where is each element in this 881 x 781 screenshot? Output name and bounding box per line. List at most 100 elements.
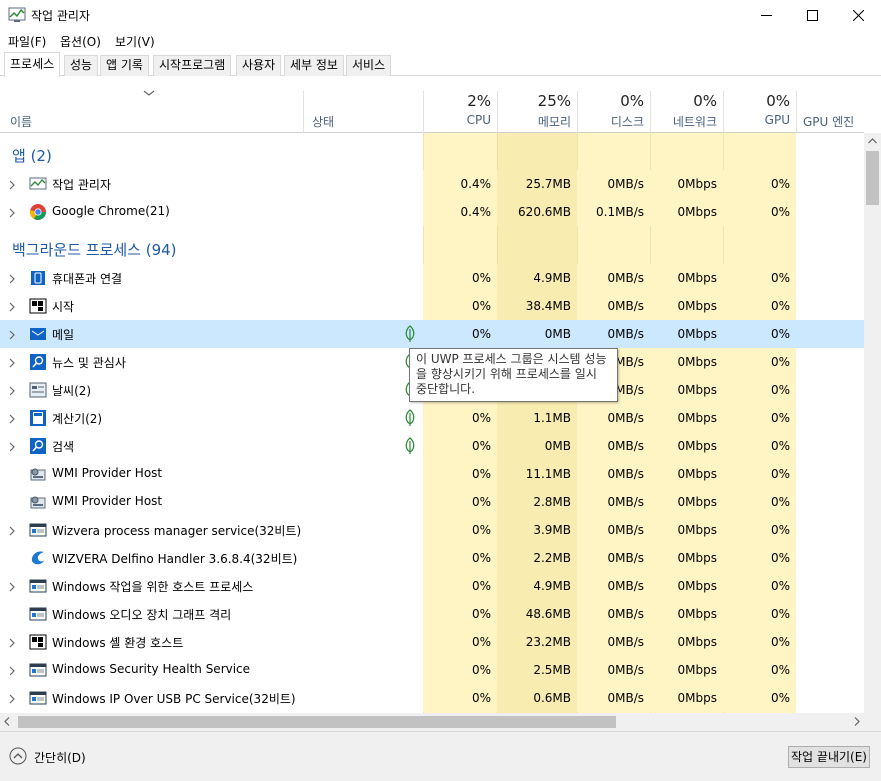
cell-cpu: 0% xyxy=(423,600,497,628)
cell-cpu: 0% xyxy=(423,572,497,600)
scroll-right-icon[interactable] xyxy=(854,717,860,726)
expand-chevron-icon[interactable] xyxy=(9,357,15,371)
process-row[interactable]: Wizvera process manager service(32비트) 0% 3… xyxy=(0,516,864,544)
process-row[interactable]: 작업 관리자 0.4% 25.7MB 0MB/s 0Mbps 0% xyxy=(0,170,864,198)
tab-app-history[interactable]: 앱 기록 xyxy=(100,55,149,76)
process-row[interactable]: WIZVERA Delfino Handler 3.6.8.4(32비트) 0% 2… xyxy=(0,544,864,572)
process-row[interactable]: Windows Security Health Service 0% 2.5MB 0M… xyxy=(0,656,864,684)
cell-net: 0Mbps xyxy=(650,684,723,712)
expand-chevron-icon[interactable] xyxy=(9,207,15,221)
process-row[interactable]: Windows 작업을 위한 호스트 프로세스 0% 4.9MB 0MB/s 0Mbps… xyxy=(0,572,864,600)
process-row[interactable]: WMI Provider Host 0% 2.8MB 0MB/s 0Mbps 0% xyxy=(0,488,864,516)
chrome-icon xyxy=(29,203,47,221)
header-name[interactable]: 이름 xyxy=(10,113,32,130)
group-background[interactable]: 백그라운드 프로세스 (94) xyxy=(0,227,864,265)
wmi-host-icon xyxy=(29,493,47,511)
group-apps[interactable]: 앱 (2) xyxy=(0,133,864,171)
vertical-scrollbar[interactable] xyxy=(864,133,881,713)
process-row[interactable]: Windows 오디오 장치 그래프 격리 0% 48.6MB 0MB/s 0Mbps 0… xyxy=(0,600,864,628)
header-disk[interactable]: 0% 디스크 xyxy=(577,91,650,133)
cell-net: 0Mbps xyxy=(650,488,723,516)
process-row[interactable]: 계산기(2) 0% 1.1MB 0MB/s 0Mbps 0% xyxy=(0,404,864,432)
cell-mem: 2.8MB xyxy=(497,488,577,516)
expand-chevron-icon[interactable] xyxy=(9,273,15,287)
tab-bar: 프로세스 성능 앱 기록 시작프로그램 사용자 세부 정보 서비스 xyxy=(0,52,881,77)
service-window-icon xyxy=(29,605,47,623)
process-row[interactable]: 휴대폰과 연결 0% 4.9MB 0MB/s 0Mbps 0% xyxy=(0,264,864,292)
cell-disk: 0MB/s xyxy=(577,600,650,628)
process-row[interactable]: Windows IP Over USB PC Service(32비트) 0% 0.… xyxy=(0,684,864,712)
expand-chevron-icon[interactable] xyxy=(9,637,15,651)
process-row[interactable]: 검색 0% 0MB 0MB/s 0Mbps 0% xyxy=(0,432,864,460)
scroll-left-icon[interactable] xyxy=(4,717,10,726)
menu-view[interactable]: 보기(V) xyxy=(115,33,155,50)
process-name: 뉴스 및 관심사 xyxy=(52,356,126,370)
tab-users[interactable]: 사용자 xyxy=(236,55,282,76)
efficiency-leaf-icon xyxy=(404,409,416,430)
process-row[interactable]: 시작 0% 38.4MB 0MB/s 0Mbps 0% xyxy=(0,292,864,320)
menu-file[interactable]: 파일(F) xyxy=(8,33,46,50)
expand-chevron-icon[interactable] xyxy=(9,385,15,399)
tab-services[interactable]: 서비스 xyxy=(346,55,392,76)
tab-startup[interactable]: 시작프로그램 xyxy=(153,55,232,76)
cell-disk: 0MB/s xyxy=(577,656,650,684)
minimize-button[interactable] xyxy=(743,0,789,30)
scroll-corner xyxy=(864,713,881,731)
tab-processes[interactable]: 프로세스 xyxy=(4,52,61,77)
process-name: Windows 오디오 장치 그래프 격리 xyxy=(52,608,232,622)
expand-chevron-icon[interactable] xyxy=(9,301,15,315)
cell-mem: 4.9MB xyxy=(497,264,577,292)
header-disk-pct: 0% xyxy=(620,92,644,110)
header-disk-label: 디스크 xyxy=(610,115,644,129)
horizontal-scrollbar[interactable] xyxy=(0,713,864,731)
fewer-details-link[interactable]: 간단히(D) xyxy=(34,749,86,766)
title-bar: 작업 관리자 xyxy=(0,0,881,30)
tab-details[interactable]: 세부 정보 xyxy=(284,55,344,76)
cell-disk: 0.1MB/s xyxy=(577,198,650,226)
scroll-up-icon[interactable] xyxy=(868,138,877,144)
start-icon xyxy=(29,297,47,315)
minimize-icon xyxy=(760,14,772,16)
process-row[interactable]: Windows 셸 환경 호스트 0% 23.2MB 0MB/s 0Mbps 0% xyxy=(0,628,864,656)
header-gpu-engine[interactable]: GPU 엔진 xyxy=(796,91,864,133)
header-status-cell[interactable]: 상태 xyxy=(303,91,423,133)
cell-net: 0Mbps xyxy=(650,198,723,226)
cell-cpu: 0.4% xyxy=(423,170,497,198)
process-row[interactable]: WMI Provider Host 0% 11.1MB 0MB/s 0Mbps 0% xyxy=(0,460,864,488)
menu-bar: 파일(F) 옵션(O) 보기(V) xyxy=(0,30,881,50)
expand-chevron-icon[interactable] xyxy=(9,413,15,427)
header-network-label: 네트워크 xyxy=(672,115,717,129)
expand-chevron-icon[interactable] xyxy=(9,665,15,679)
cell-gpu: 0% xyxy=(723,320,796,348)
header-cpu[interactable]: 2% CPU xyxy=(423,91,497,133)
process-row[interactable]: 메일 0% 0MB 0MB/s 0Mbps 0% xyxy=(0,320,864,348)
cell-net: 0Mbps xyxy=(650,348,723,376)
maximize-button[interactable] xyxy=(789,0,835,30)
cell-disk: 0MB/s xyxy=(577,432,650,460)
tab-performance[interactable]: 성능 xyxy=(64,55,99,76)
header-memory[interactable]: 25% 메모리 xyxy=(497,91,577,133)
expand-chevron-icon[interactable] xyxy=(9,581,15,595)
expand-chevron-icon[interactable] xyxy=(9,179,15,193)
collapse-circle-icon[interactable] xyxy=(9,747,27,765)
close-button[interactable] xyxy=(835,0,881,30)
group-title: 앱 (2) xyxy=(12,147,52,165)
menu-options[interactable]: 옵션(O) xyxy=(60,33,101,50)
cell-disk: 0MB/s xyxy=(577,572,650,600)
expand-chevron-icon[interactable] xyxy=(9,693,15,707)
process-list: 앱 (2) 작업 관리자 0.4% 25.7MB 0MB/s 0Mbps 0% Google … xyxy=(0,133,864,713)
end-task-button[interactable]: 작업 끝내기(E) xyxy=(788,746,870,768)
expand-chevron-icon[interactable] xyxy=(9,441,15,455)
header-network[interactable]: 0% 네트워크 xyxy=(650,91,723,133)
header-cpu-label: CPU xyxy=(466,113,491,127)
expand-chevron-icon[interactable] xyxy=(9,525,15,539)
process-row[interactable]: Google Chrome(21) 0.4% 620.6MB 0.1MB/s 0Mbps… xyxy=(0,198,864,226)
vertical-scroll-thumb[interactable] xyxy=(866,151,879,205)
expand-chevron-icon[interactable] xyxy=(9,329,15,343)
sort-chevron-icon[interactable] xyxy=(143,89,155,97)
cell-disk: 0MB/s xyxy=(577,628,650,656)
horizontal-scroll-thumb[interactable] xyxy=(18,716,616,728)
cell-net: 0Mbps xyxy=(650,432,723,460)
header-gpu[interactable]: 0% GPU xyxy=(723,91,796,133)
cell-gpu: 0% xyxy=(723,198,796,226)
